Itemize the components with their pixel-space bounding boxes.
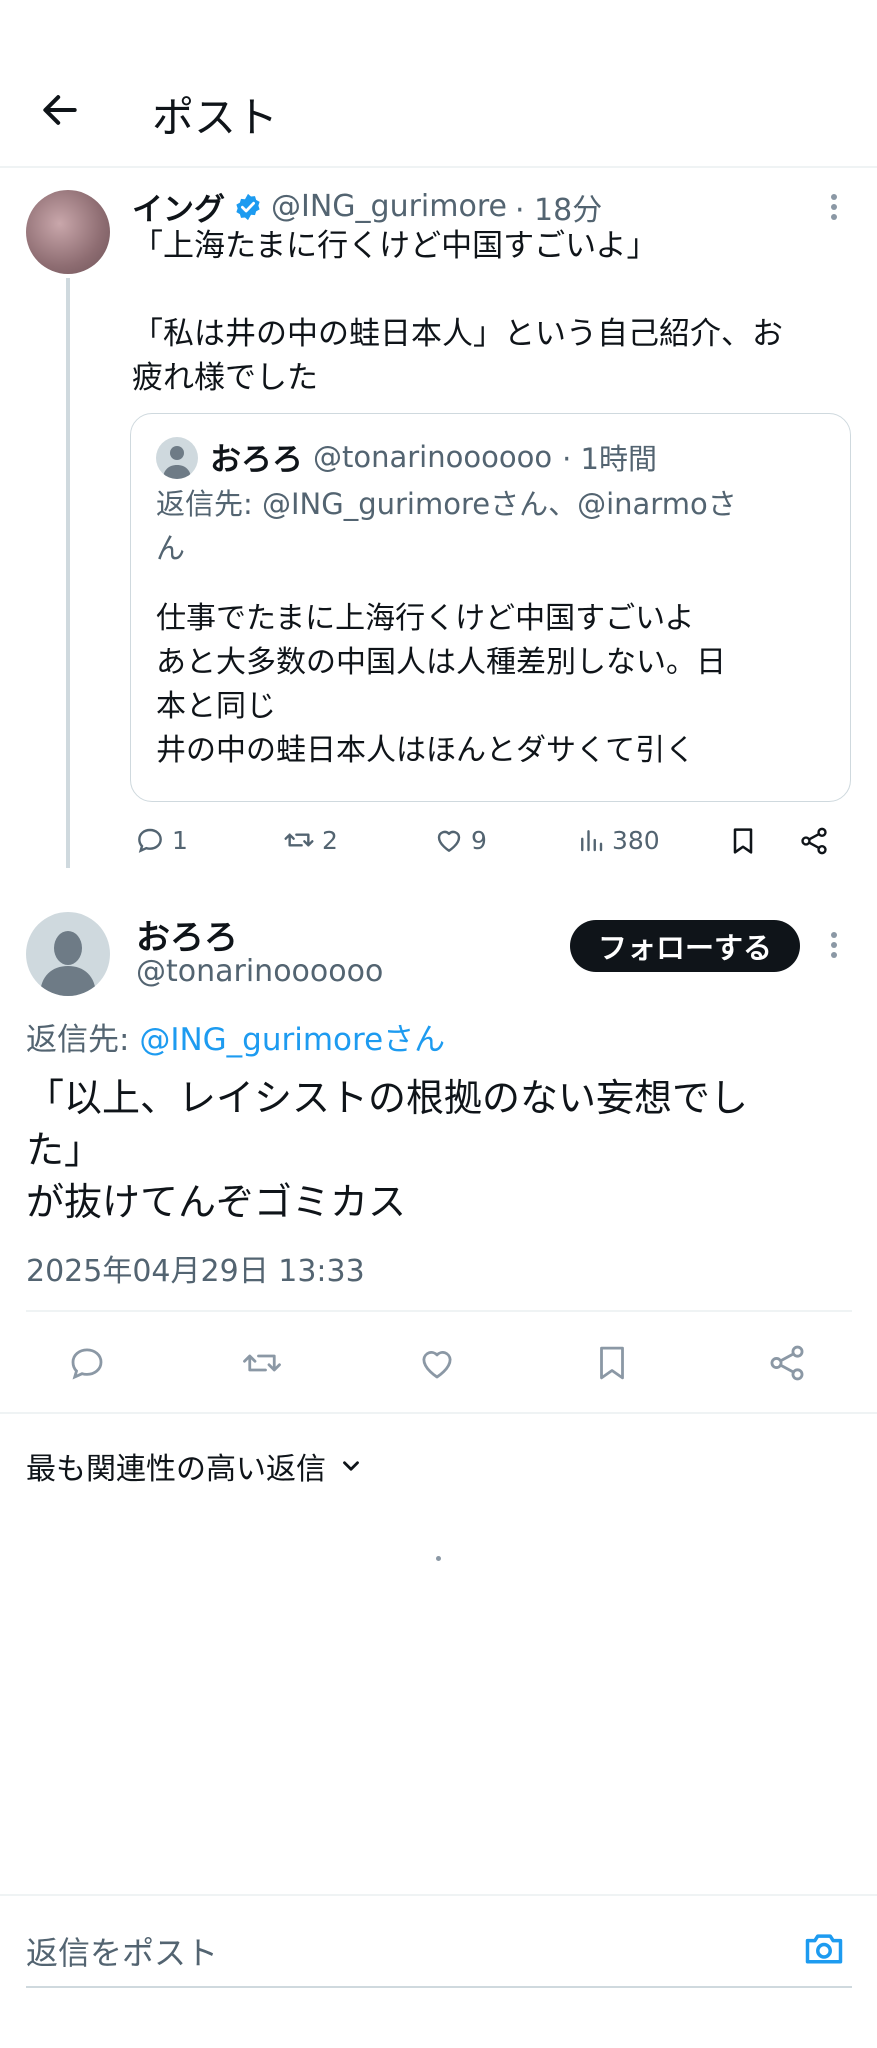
post-time[interactable]: · 18分 <box>515 185 602 229</box>
quote-reply-line: 返信先: @ING_gurimoreさん、@inarmoさ <box>156 487 737 521</box>
more-options-icon[interactable] <box>826 930 842 960</box>
avatar[interactable] <box>26 912 110 996</box>
post-timestamp[interactable]: 2025年04月29日 13:33 <box>26 1246 365 1290</box>
bookmark-icon <box>600 1346 624 1380</box>
replies-sort-dropdown[interactable]: 最も関連性の高い返信 <box>26 1444 364 1488</box>
default-avatar-icon <box>40 931 96 996</box>
quote-reply-line-cont: ん <box>156 531 186 565</box>
bookmark-button[interactable] <box>591 1342 633 1384</box>
reply-to-prefix: 返信先: <box>26 1022 140 1058</box>
views-icon <box>581 830 603 852</box>
heart-icon <box>422 1351 452 1379</box>
share-icon <box>801 827 827 855</box>
share-icon <box>770 1345 804 1381</box>
share-button[interactable] <box>797 825 831 857</box>
composer-underline <box>26 1986 852 1988</box>
thread-line <box>66 278 70 868</box>
arrow-left-icon <box>43 95 77 125</box>
reply-to-line: 返信先: @ING_gurimoreさん <box>26 1014 445 1059</box>
views-button[interactable]: 380 <box>576 824 660 856</box>
camera-button[interactable] <box>802 1926 846 1970</box>
repost-icon <box>243 1354 281 1372</box>
post-header: イング @ING_gurimore · 18分 <box>132 184 602 229</box>
quote-author-handle: @tonarinoooooo <box>313 439 553 474</box>
reply-to-link[interactable]: @ING_gurimoreさん <box>139 1022 445 1058</box>
verified-badge-icon <box>236 193 260 220</box>
more-options-icon[interactable] <box>826 192 842 222</box>
quote-author-name: おろろ <box>210 442 303 478</box>
reply-icon <box>71 1348 103 1380</box>
reply-icon <box>138 828 162 853</box>
post-text: 「上海たまに行くけど中国すごいよ」 「私は井の中の蛙日本人」という自己紹介、お … <box>132 228 783 396</box>
camera-icon <box>805 1934 843 1964</box>
repost-count: 2 <box>322 825 338 855</box>
quote-time: · 1時間 <box>562 441 657 476</box>
loading-indicator <box>436 1556 441 1561</box>
post-text: 「以上、レイシストの根拠のない妄想でし た」 が抜けてんぞゴミカス <box>26 1076 749 1224</box>
repost-button[interactable]: 2 <box>282 824 338 856</box>
like-button[interactable]: 9 <box>433 824 487 856</box>
page-title: ポスト <box>152 93 279 142</box>
reply-count: 1 <box>172 825 188 855</box>
follow-button[interactable]: フォローする <box>570 920 800 972</box>
quote-text: 仕事でたまに上海行くけど中国すごいよ あと大多数の中国人は人種差別しない。日 本… <box>156 601 726 768</box>
divider <box>26 1310 852 1312</box>
repost-icon <box>284 833 314 847</box>
replies-sort-label: 最も関連性の高い返信 <box>26 1452 326 1487</box>
quote-header: おろろ @tonarinoooooo · 1時間 <box>210 434 657 479</box>
divider <box>0 1894 877 1896</box>
default-avatar-icon <box>163 446 191 479</box>
like-count: 9 <box>471 825 487 855</box>
bookmark-icon <box>733 828 753 854</box>
heart-icon <box>437 830 461 852</box>
bookmark-button[interactable] <box>727 825 759 857</box>
author-name[interactable]: おろろ <box>136 910 238 959</box>
author-handle[interactable]: @ING_gurimore <box>271 189 507 224</box>
quoted-card[interactable]: おろろ @tonarinoooooo · 1時間 返信先: @ING_gurim… <box>130 413 851 802</box>
share-button[interactable] <box>766 1342 808 1384</box>
reply-button[interactable]: 1 <box>134 824 188 856</box>
like-button[interactable] <box>416 1342 458 1384</box>
avatar[interactable] <box>26 190 110 274</box>
author-handle[interactable]: @tonarinoooooo <box>136 954 383 989</box>
back-button[interactable] <box>38 88 82 132</box>
chevron-down-icon <box>343 1461 359 1471</box>
avatar <box>156 437 198 479</box>
views-count: 380 <box>612 825 660 855</box>
repost-button[interactable] <box>240 1342 284 1384</box>
author-name[interactable]: イング <box>132 184 225 229</box>
reply-composer-input[interactable]: 返信をポスト <box>26 1928 786 1974</box>
header-divider <box>0 166 877 168</box>
reply-button[interactable] <box>66 1342 108 1384</box>
divider <box>0 1412 877 1414</box>
